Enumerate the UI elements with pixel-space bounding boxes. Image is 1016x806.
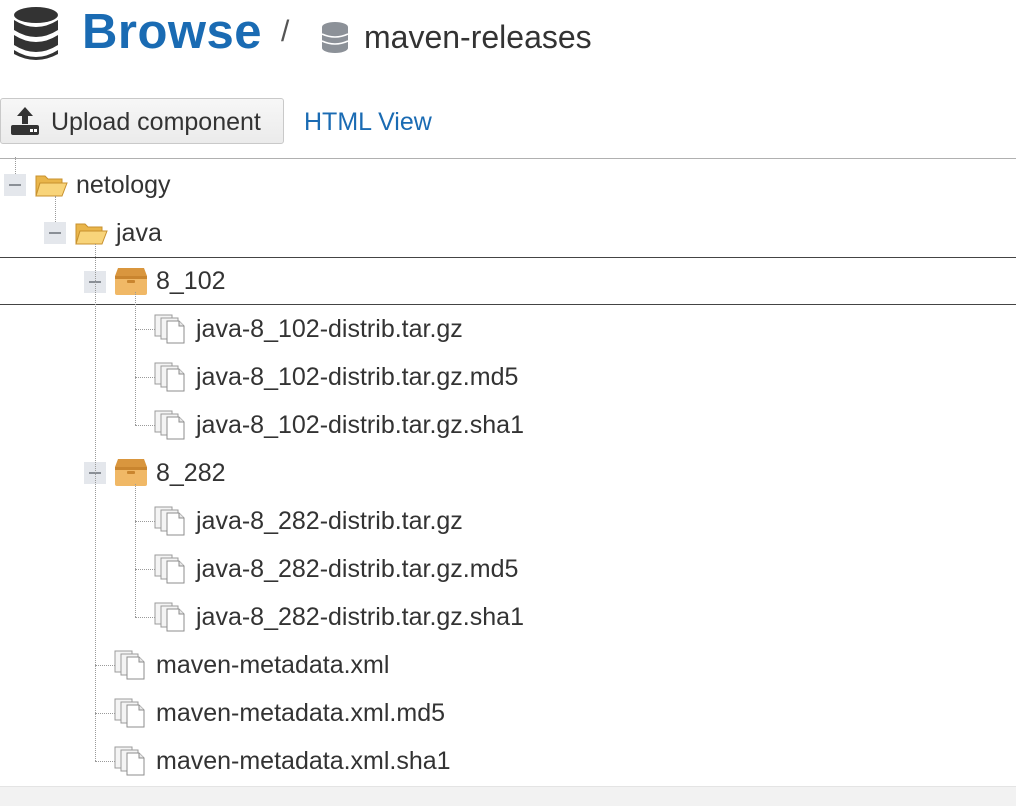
database-icon (12, 6, 60, 67)
tree-asset-row[interactable]: maven-metadata.xml.sha1 (0, 737, 1016, 785)
component-box-icon (114, 265, 148, 302)
tree-node-label: java-8_282-distrib.tar.gz.sha1 (196, 603, 524, 631)
tree-connector-line (135, 569, 155, 570)
tree-node-label: java-8_102-distrib.tar.gz.md5 (196, 363, 519, 391)
tree-node-label: java-8_102-distrib.tar.gz.sha1 (196, 411, 524, 439)
tree-connector-line (135, 377, 155, 378)
tree-asset-row[interactable]: java-8_102-distrib.tar.gz (0, 305, 1016, 353)
folder-open-icon (74, 219, 108, 252)
tree-node-label: maven-metadata.xml (156, 651, 390, 679)
asset-files-icon (154, 602, 186, 637)
breadcrumb-separator: / (281, 15, 290, 48)
page-header: Browse / maven-releases (0, 0, 1016, 80)
asset-files-icon (154, 314, 186, 349)
tree-connector-line (135, 329, 155, 330)
tree-asset-row[interactable]: java-8_282-distrib.tar.gz.md5 (0, 545, 1016, 593)
tree-folder-row[interactable]: netology (0, 161, 1016, 209)
tree-node-label: java-8_282-distrib.tar.gz (196, 507, 463, 535)
component-tree: netology java 8_102 java-8_102-distrib.tar.… (0, 157, 1016, 786)
asset-files-icon (154, 410, 186, 445)
tree-node-label: java (116, 219, 162, 247)
upload-icon (9, 105, 41, 142)
tree-connector-line (135, 521, 155, 522)
tree-asset-row[interactable]: java-8_282-distrib.tar.gz.sha1 (0, 593, 1016, 641)
tree-component-row[interactable]: 8_102 (0, 257, 1016, 305)
tree-node-label: java-8_102-distrib.tar.gz (196, 315, 463, 343)
tree-node-label: maven-metadata.xml.sha1 (156, 747, 451, 775)
repository-database-icon (320, 21, 350, 58)
tree-connector-line (95, 713, 115, 714)
tree-asset-row[interactable]: java-8_102-distrib.tar.gz.sha1 (0, 401, 1016, 449)
folder-open-icon (34, 171, 68, 204)
browse-page: Browse / maven-releases Upload component… (0, 0, 1016, 806)
tree-node-label: java-8_282-distrib.tar.gz.md5 (196, 555, 519, 583)
upload-component-button[interactable]: Upload component (0, 98, 284, 144)
page-title[interactable]: Browse (82, 2, 262, 62)
tree-folder-row[interactable]: java (0, 209, 1016, 257)
breadcrumb-repository: maven-releases (364, 19, 592, 55)
html-view-link[interactable]: HTML View (304, 100, 432, 144)
collapse-toggle-icon[interactable] (44, 222, 66, 244)
tree-node-label: 8_282 (156, 459, 226, 487)
tree-asset-row[interactable]: maven-metadata.xml.md5 (0, 689, 1016, 737)
footer-bar (0, 786, 1016, 806)
tree-node-label: 8_102 (156, 267, 226, 295)
tree-connector-line (15, 157, 16, 174)
asset-files-icon (114, 650, 146, 685)
tree-connector-line (95, 761, 115, 762)
tree-connector-line (135, 484, 136, 617)
tree-asset-row[interactable]: java-8_102-distrib.tar.gz.md5 (0, 353, 1016, 401)
tree-component-row[interactable]: 8_282 (0, 449, 1016, 497)
tree-asset-row[interactable]: maven-metadata.xml (0, 641, 1016, 689)
tree-node-label: maven-metadata.xml.md5 (156, 699, 446, 727)
component-box-icon (114, 456, 148, 493)
tree-connector-line (95, 244, 96, 761)
asset-files-icon (114, 746, 146, 781)
toolbar-divider (0, 158, 1016, 159)
tree-asset-row[interactable]: java-8_282-distrib.tar.gz (0, 497, 1016, 545)
tree-connector-line (95, 665, 115, 666)
asset-files-icon (154, 506, 186, 541)
upload-component-label: Upload component (51, 108, 261, 136)
asset-files-icon (154, 554, 186, 589)
collapse-toggle-icon[interactable] (4, 174, 26, 196)
tree-connector-line (55, 196, 56, 222)
tree-connector-line (135, 617, 155, 618)
asset-files-icon (154, 362, 186, 397)
tree-connector-line (135, 292, 136, 425)
tree-node-label: netology (76, 171, 171, 199)
asset-files-icon (114, 698, 146, 733)
tree-connector-line (135, 425, 155, 426)
